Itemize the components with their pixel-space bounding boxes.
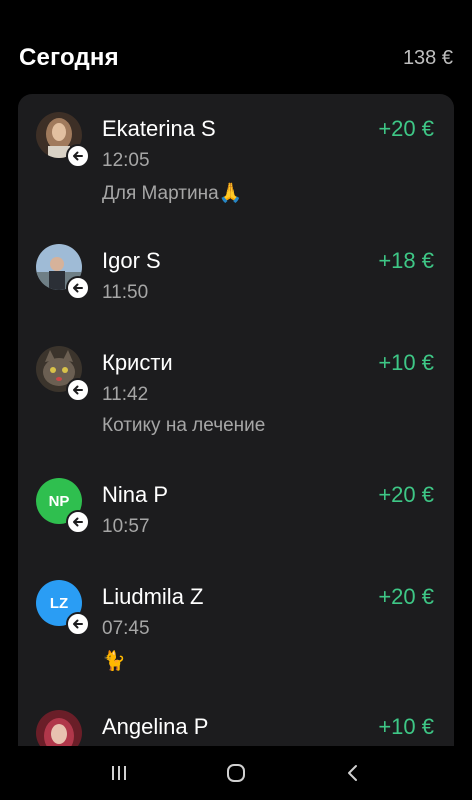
back-icon[interactable] [333, 753, 373, 793]
transaction-amount: +10 € [378, 350, 434, 375]
day-total: 138 € [402, 46, 453, 69]
transaction-time: 11:50 [102, 282, 149, 303]
transaction-time: 12:05 [102, 150, 150, 171]
transaction-amount: +18 € [378, 248, 434, 273]
transaction-item[interactable]: Кристи 11:42 Котику на лечение +10 € [18, 328, 454, 438]
day-header: Сегодня 138 € [19, 40, 453, 76]
home-icon[interactable] [216, 753, 256, 793]
avatar [36, 244, 90, 300]
sender-name: Liudmila Z [102, 584, 204, 609]
transaction-time: 10:57 [102, 516, 150, 537]
arrow-left-icon [66, 276, 90, 300]
sender-name: Кристи [102, 350, 173, 375]
transaction-item[interactable]: Igor S 11:50 +18 € [18, 226, 454, 336]
day-title: Сегодня [19, 44, 119, 71]
sender-name: Angelina P [102, 714, 209, 739]
transaction-item[interactable]: LZ Liudmila Z 07:45 🐈 +20 € [18, 562, 454, 672]
recents-icon[interactable] [99, 753, 139, 793]
transaction-amount: +20 € [378, 482, 434, 507]
arrow-left-icon [66, 510, 90, 534]
transaction-note: Котику на лечение [102, 415, 266, 436]
transaction-time: 07:45 [102, 618, 150, 639]
avatar: LZ [36, 580, 90, 636]
transaction-item[interactable]: Ekaterina S 12:05 Для Мартина🙏 +20 € [18, 94, 454, 204]
arrow-left-icon [66, 612, 90, 636]
transaction-amount: +10 € [378, 714, 434, 739]
transactions-card: Ekaterina S 12:05 Для Мартина🙏 +20 € Igo… [18, 94, 454, 794]
avatar [36, 112, 90, 168]
sender-name: Ekaterina S [102, 116, 216, 141]
transaction-amount: +20 € [378, 584, 434, 609]
transaction-note: Для Мартина🙏 [102, 183, 243, 204]
transaction-amount: +20 € [378, 116, 434, 141]
arrow-left-icon [66, 144, 90, 168]
arrow-left-icon [66, 378, 90, 402]
sender-name: Nina P [102, 482, 169, 507]
system-navigation-bar [0, 746, 472, 800]
transaction-item[interactable]: NP Nina P 10:57 +20 € [18, 460, 454, 570]
transaction-note: 🐈 [102, 651, 126, 672]
avatar: NP [36, 478, 90, 534]
sender-name: Igor S [102, 248, 161, 273]
avatar [36, 346, 90, 402]
transaction-time: 11:42 [102, 384, 149, 405]
